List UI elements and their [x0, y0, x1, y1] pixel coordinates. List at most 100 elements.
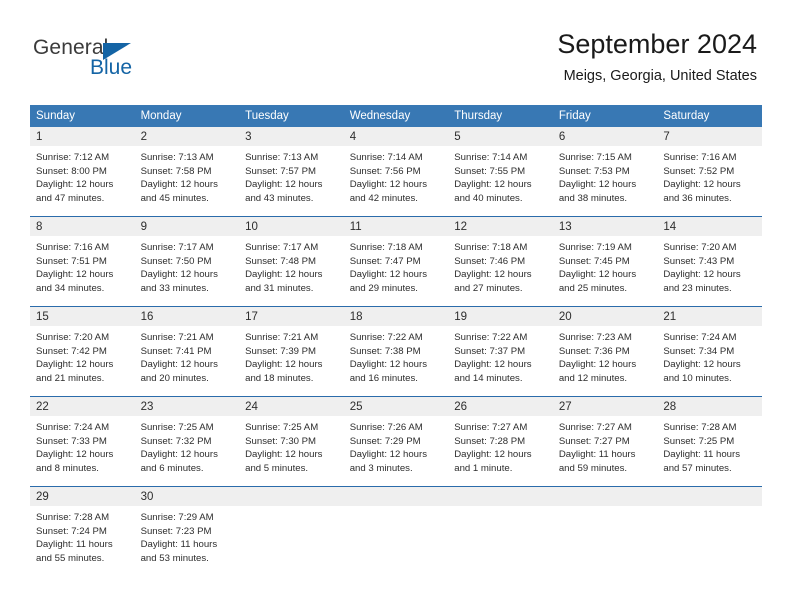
day-number: 2: [134, 127, 240, 146]
day-number: 22: [30, 397, 135, 416]
day-of-week-header-row: Sunday Monday Tuesday Wednesday Thursday…: [30, 105, 762, 127]
sunset-text: Sunset: 8:00 PM: [36, 165, 107, 177]
daylight-text-line2: and 47 minutes.: [36, 193, 105, 205]
day-details: Sunrise: 7:21 AM Sunset: 7:39 PM Dayligh…: [239, 326, 344, 386]
day-cell[interactable]: 14 Sunrise: 7:20 AM Sunset: 7:43 PM Dayl…: [657, 216, 762, 307]
day-cell[interactable]: 11 Sunrise: 7:18 AM Sunset: 7:47 PM Dayl…: [343, 216, 449, 307]
week-row: 1 Sunrise: 7:12 AM Sunset: 8:00 PM Dayli…: [30, 127, 762, 217]
day-details: Sunrise: 7:18 AM Sunset: 7:46 PM Dayligh…: [448, 236, 553, 296]
day-cell[interactable]: 1 Sunrise: 7:12 AM Sunset: 8:00 PM Dayli…: [30, 127, 135, 217]
day-cell[interactable]: 5 Sunrise: 7:14 AM Sunset: 7:55 PM Dayli…: [448, 127, 553, 217]
day-cell-empty: [657, 486, 762, 576]
day-cell[interactable]: 6 Sunrise: 7:15 AM Sunset: 7:53 PM Dayli…: [552, 127, 658, 217]
day-number: [552, 487, 658, 506]
daylight-text-line1: Daylight: 12 hours: [140, 449, 218, 461]
day-details: Sunrise: 7:18 AM Sunset: 7:47 PM Dayligh…: [344, 236, 449, 296]
sunset-text: Sunset: 7:37 PM: [454, 345, 526, 357]
daylight-text-line2: and 31 minutes.: [245, 283, 314, 295]
daylight-text-line2: and 14 minutes.: [454, 373, 523, 385]
sunset-text: Sunset: 7:39 PM: [245, 345, 317, 357]
day-cell[interactable]: 4 Sunrise: 7:14 AM Sunset: 7:56 PM Dayli…: [343, 127, 449, 217]
day-header-saturday: Saturday: [657, 105, 762, 127]
day-details: Sunrise: 7:22 AM Sunset: 7:38 PM Dayligh…: [344, 326, 449, 386]
daylight-text-line1: Daylight: 12 hours: [140, 269, 218, 281]
day-cell[interactable]: 22 Sunrise: 7:24 AM Sunset: 7:33 PM Dayl…: [30, 396, 135, 487]
day-cell[interactable]: 30 Sunrise: 7:29 AM Sunset: 7:23 PM Dayl…: [134, 486, 240, 576]
sunset-text: Sunset: 7:25 PM: [663, 435, 735, 447]
day-cell[interactable]: 3 Sunrise: 7:13 AM Sunset: 7:57 PM Dayli…: [239, 127, 344, 217]
day-cell[interactable]: 27 Sunrise: 7:27 AM Sunset: 7:27 PM Dayl…: [552, 396, 658, 487]
daylight-text-line1: Daylight: 12 hours: [36, 359, 114, 371]
daylight-text-line1: Daylight: 11 hours: [140, 539, 218, 551]
day-number: [239, 487, 344, 506]
day-details: Sunrise: 7:14 AM Sunset: 7:55 PM Dayligh…: [448, 146, 553, 206]
sunrise-text: Sunrise: 7:17 AM: [245, 242, 319, 253]
day-cell[interactable]: 15 Sunrise: 7:20 AM Sunset: 7:42 PM Dayl…: [30, 306, 135, 397]
sunset-text: Sunset: 7:52 PM: [663, 165, 735, 177]
day-details: Sunrise: 7:24 AM Sunset: 7:33 PM Dayligh…: [30, 416, 135, 476]
day-cell[interactable]: 12 Sunrise: 7:18 AM Sunset: 7:46 PM Dayl…: [448, 216, 553, 307]
day-number: 14: [657, 217, 762, 236]
day-cell[interactable]: 10 Sunrise: 7:17 AM Sunset: 7:48 PM Dayl…: [239, 216, 344, 307]
day-number: 16: [134, 307, 240, 326]
sunrise-text: Sunrise: 7:29 AM: [140, 512, 214, 523]
brand-logo[interactable]: General Blue: [33, 36, 213, 84]
daylight-text-line2: and 38 minutes.: [558, 193, 628, 205]
day-details: Sunrise: 7:27 AM Sunset: 7:28 PM Dayligh…: [448, 416, 553, 476]
day-header-sunday: Sunday: [30, 105, 135, 127]
day-cell-empty: [343, 486, 449, 576]
day-details: Sunrise: 7:19 AM Sunset: 7:45 PM Dayligh…: [553, 236, 658, 296]
daylight-text-line2: and 21 minutes.: [36, 373, 105, 385]
daylight-text-line1: Daylight: 12 hours: [349, 359, 428, 371]
day-header-tuesday: Tuesday: [239, 105, 344, 127]
day-cell[interactable]: 16 Sunrise: 7:21 AM Sunset: 7:41 PM Dayl…: [134, 306, 240, 397]
day-cell[interactable]: 25 Sunrise: 7:26 AM Sunset: 7:29 PM Dayl…: [343, 396, 449, 487]
week-row: 29 Sunrise: 7:28 AM Sunset: 7:24 PM Dayl…: [30, 486, 762, 576]
day-number: 13: [552, 217, 658, 236]
day-number: 18: [343, 307, 449, 326]
day-cell[interactable]: 20 Sunrise: 7:23 AM Sunset: 7:36 PM Dayl…: [552, 306, 658, 397]
daylight-text-line2: and 3 minutes.: [349, 463, 413, 475]
day-details: Sunrise: 7:16 AM Sunset: 7:51 PM Dayligh…: [30, 236, 135, 296]
sunrise-text: Sunrise: 7:19 AM: [558, 242, 632, 253]
day-details: Sunrise: 7:13 AM Sunset: 7:57 PM Dayligh…: [239, 146, 344, 206]
day-cell-empty: [239, 486, 344, 576]
day-cell[interactable]: 23 Sunrise: 7:25 AM Sunset: 7:32 PM Dayl…: [134, 396, 240, 487]
sunset-text: Sunset: 7:56 PM: [349, 165, 421, 177]
day-cell[interactable]: 7 Sunrise: 7:16 AM Sunset: 7:52 PM Dayli…: [657, 127, 762, 217]
sunset-text: Sunset: 7:33 PM: [36, 435, 107, 447]
day-details: Sunrise: 7:28 AM Sunset: 7:25 PM Dayligh…: [657, 416, 762, 476]
day-cell[interactable]: 26 Sunrise: 7:27 AM Sunset: 7:28 PM Dayl…: [448, 396, 553, 487]
daylight-text-line1: Daylight: 12 hours: [36, 449, 114, 461]
daylight-text-line2: and 20 minutes.: [140, 373, 209, 385]
day-details: Sunrise: 7:22 AM Sunset: 7:37 PM Dayligh…: [448, 326, 553, 386]
day-number: 24: [239, 397, 344, 416]
day-cell[interactable]: 17 Sunrise: 7:21 AM Sunset: 7:39 PM Dayl…: [239, 306, 344, 397]
daylight-text-line2: and 27 minutes.: [454, 283, 523, 295]
day-details: Sunrise: 7:17 AM Sunset: 7:50 PM Dayligh…: [135, 236, 240, 296]
day-cell[interactable]: 29 Sunrise: 7:28 AM Sunset: 7:24 PM Dayl…: [30, 486, 135, 576]
day-cell[interactable]: 18 Sunrise: 7:22 AM Sunset: 7:38 PM Dayl…: [343, 306, 449, 397]
day-cell[interactable]: 13 Sunrise: 7:19 AM Sunset: 7:45 PM Dayl…: [552, 216, 658, 307]
daylight-text-line1: Daylight: 11 hours: [558, 449, 636, 461]
day-cell[interactable]: 2 Sunrise: 7:13 AM Sunset: 7:58 PM Dayli…: [134, 127, 240, 217]
day-cell[interactable]: 8 Sunrise: 7:16 AM Sunset: 7:51 PM Dayli…: [30, 216, 135, 307]
calendar-grid: Sunday Monday Tuesday Wednesday Thursday…: [30, 105, 762, 576]
daylight-text-line1: Daylight: 11 hours: [36, 539, 113, 551]
day-cell[interactable]: 28 Sunrise: 7:28 AM Sunset: 7:25 PM Dayl…: [657, 396, 762, 487]
week-row: 22 Sunrise: 7:24 AM Sunset: 7:33 PM Dayl…: [30, 396, 762, 487]
day-cell[interactable]: 9 Sunrise: 7:17 AM Sunset: 7:50 PM Dayli…: [134, 216, 240, 307]
daylight-text-line1: Daylight: 12 hours: [558, 359, 637, 371]
daylight-text-line1: Daylight: 11 hours: [663, 449, 740, 461]
daylight-text-line2: and 59 minutes.: [558, 463, 628, 475]
day-cell[interactable]: 21 Sunrise: 7:24 AM Sunset: 7:34 PM Dayl…: [657, 306, 762, 397]
daylight-text-line2: and 36 minutes.: [663, 193, 732, 205]
day-number: 15: [30, 307, 135, 326]
sunset-text: Sunset: 7:45 PM: [558, 255, 630, 267]
day-cell[interactable]: 24 Sunrise: 7:25 AM Sunset: 7:30 PM Dayl…: [239, 396, 344, 487]
day-cell[interactable]: 19 Sunrise: 7:22 AM Sunset: 7:37 PM Dayl…: [448, 306, 553, 397]
calendar-body: 1 Sunrise: 7:12 AM Sunset: 8:00 PM Dayli…: [30, 127, 762, 576]
day-number: 6: [552, 127, 658, 146]
sunset-text: Sunset: 7:58 PM: [140, 165, 212, 177]
day-header-thursday: Thursday: [448, 105, 553, 127]
